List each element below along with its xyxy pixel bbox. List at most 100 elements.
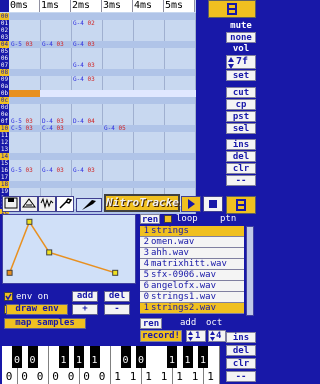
envelope-point[interactable] [46, 249, 53, 256]
pattern-cell[interactable] [164, 27, 196, 34]
add-arrows-icon[interactable] [188, 331, 193, 341]
pattern-cell[interactable] [102, 146, 134, 153]
channel-header[interactable]: 2ms [71, 0, 102, 12]
sample-list-item[interactable]: 5 sfx-0906.wav [140, 270, 244, 281]
note-entry[interactable]: D-4 03 [42, 118, 64, 125]
sample-list-item[interactable]: 0 strings1.wav [140, 292, 244, 303]
pattern-cell[interactable] [9, 27, 41, 34]
pattern-cell[interactable] [71, 69, 103, 76]
pattern-cell[interactable] [71, 125, 103, 132]
cut-button[interactable]: cut [226, 87, 256, 98]
sample-list-item[interactable]: 4 matrixhitt.wav [140, 259, 244, 270]
pattern-cell[interactable] [133, 167, 165, 174]
pattern-cell[interactable] [40, 174, 72, 181]
pattern-cell[interactable] [71, 160, 103, 167]
black-key[interactable]: 1 [167, 346, 177, 368]
pattern-row[interactable]: 14 [0, 153, 196, 160]
pattern-cell[interactable] [102, 104, 134, 111]
pattern-cell[interactable] [164, 118, 196, 125]
copy-button[interactable]: cp [226, 99, 256, 110]
pattern-cell[interactable] [133, 104, 165, 111]
note-entry[interactable]: G-4 05 [104, 125, 126, 132]
pattern-cell[interactable] [40, 111, 72, 118]
pattern-cell[interactable] [102, 111, 134, 118]
note-entry[interactable]: G-4 02 [73, 20, 95, 27]
pattern-cell[interactable] [164, 13, 196, 20]
pattern-cell[interactable] [40, 69, 72, 76]
pattern-cell[interactable] [133, 125, 165, 132]
pattern-cell[interactable] [164, 174, 196, 181]
pattern-cell[interactable] [9, 160, 41, 167]
pattern-cell[interactable] [40, 153, 72, 160]
insert-row-button[interactable]: ins [226, 139, 256, 150]
note-entry[interactable]: C-5 03 [11, 125, 33, 132]
pattern-row[interactable]: 11 [0, 132, 196, 139]
pattern-cell[interactable] [102, 97, 134, 104]
sample-rename-button[interactable]: ren [140, 214, 160, 225]
pattern-cell[interactable] [71, 181, 103, 188]
pattern-cell[interactable] [71, 132, 103, 139]
pattern-cell[interactable] [71, 188, 103, 195]
pattern-cell[interactable] [40, 27, 72, 34]
black-key[interactable]: 1 [74, 346, 84, 368]
note-entry[interactable]: D-4 04 [73, 118, 95, 125]
pattern-cell[interactable] [102, 181, 134, 188]
pattern-cell[interactable] [133, 153, 165, 160]
pattern-cell[interactable] [9, 97, 41, 104]
pattern-cell[interactable] [164, 69, 196, 76]
pattern-row[interactable]: 0d [0, 104, 196, 111]
pattern-row[interactable]: 0c [0, 97, 196, 104]
pattern-cell[interactable] [9, 48, 41, 55]
pattern-cell[interactable] [40, 20, 72, 27]
pattern-row[interactable]: 0f G-5 03 D-4 03 D-4 04 [0, 118, 196, 125]
pattern-cell[interactable] [102, 62, 134, 69]
pattern-cell[interactable] [164, 34, 196, 41]
pattern-cell[interactable] [133, 160, 165, 167]
envelope-editor[interactable] [2, 214, 136, 284]
pattern-cell[interactable] [102, 55, 134, 62]
pattern-cell[interactable] [102, 69, 134, 76]
envelope-graph[interactable] [3, 215, 135, 283]
pattern-cell[interactable] [9, 146, 41, 153]
note-entry[interactable]: G-4 03 [73, 76, 95, 83]
pattern-cell[interactable] [102, 139, 134, 146]
pattern-cell[interactable] [102, 160, 134, 167]
pattern-cell[interactable] [164, 181, 196, 188]
sample-list-item[interactable]: 1 strings2.wav [140, 303, 244, 314]
pattern-cell[interactable] [102, 20, 134, 27]
pattern-cell[interactable] [102, 118, 134, 125]
pattern-row[interactable]: 16 G-5 03 G-4 03 G-4 03 [0, 167, 196, 174]
pattern-cell[interactable] [133, 55, 165, 62]
loop-checkbox[interactable] [164, 215, 172, 223]
pattern-cell[interactable] [164, 167, 196, 174]
pattern-row[interactable]: 08 [0, 69, 196, 76]
pattern-row[interactable]: 13 [0, 146, 196, 153]
none-button[interactable]: none [226, 32, 256, 43]
pattern-cell[interactable] [102, 13, 134, 20]
pattern-cell[interactable] [133, 174, 165, 181]
note-entry[interactable]: C-4 03 [42, 125, 64, 132]
pattern-row[interactable]: 01 G-4 02 [0, 20, 196, 27]
pattern-cell[interactable] [9, 83, 41, 90]
pattern-cell[interactable] [9, 132, 41, 139]
pattern-cell[interactable] [40, 13, 72, 20]
pattern-cell[interactable] [9, 104, 41, 111]
pattern-cell[interactable] [71, 111, 103, 118]
pattern-cell[interactable] [133, 97, 165, 104]
pattern-cell[interactable] [164, 55, 196, 62]
channel-header[interactable]: 0ms [9, 0, 40, 12]
clear-button[interactable]: clr [226, 163, 256, 174]
note-entry[interactable]: G-4 03 [73, 62, 95, 69]
sample-list-item[interactable]: 2 omen.wav [140, 237, 244, 248]
map-samples-button[interactable]: map samples [4, 318, 86, 329]
pattern-cell[interactable] [133, 118, 165, 125]
pattern-cell[interactable] [71, 83, 103, 90]
note-entry[interactable]: G-5 03 [11, 167, 33, 174]
pattern-row[interactable]: 05 [0, 48, 196, 55]
play-button[interactable] [181, 196, 201, 212]
note-entry[interactable]: G-5 03 [11, 118, 33, 125]
pattern-cell[interactable] [40, 34, 72, 41]
pattern-cell[interactable] [102, 41, 134, 48]
pattern-cell[interactable] [9, 76, 41, 83]
pattern-cell[interactable] [102, 153, 134, 160]
